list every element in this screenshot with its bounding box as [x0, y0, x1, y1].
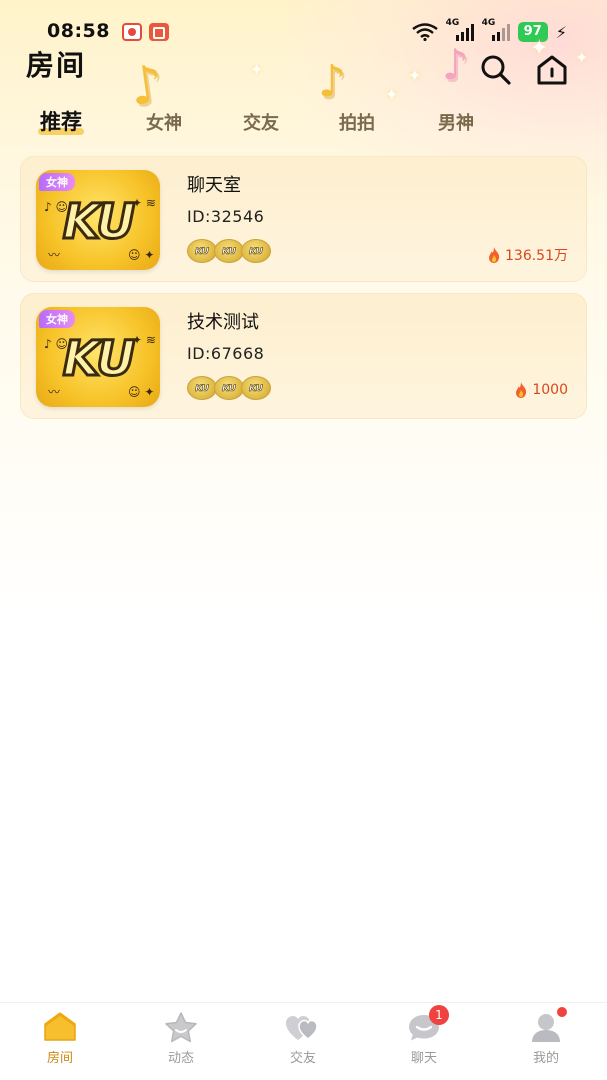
home-icon [44, 1012, 76, 1041]
nav-profile[interactable]: 我的 [506, 1007, 586, 1066]
nav-label: 交友 [289, 1051, 316, 1066]
page-title: 房间 [26, 49, 87, 82]
signal-icon: 4G [446, 18, 474, 41]
room-cover-logo: KU [61, 194, 136, 250]
hearts-icon [286, 1016, 318, 1040]
status-time: 08:58 [47, 20, 110, 42]
room-id: ID:67668 [187, 344, 265, 363]
room-id: ID:32546 [187, 207, 265, 226]
sparkle-icon: ✦ [575, 48, 589, 67]
star-icon [165, 1012, 197, 1043]
room-card[interactable]: ♪ ☺ ✦ ≋ 〰 ☺ ✦ KU 女神 技术测试 ID:67668 KU KU … [20, 293, 587, 419]
status-bar: 08:58 4G 4G 97 ⚡ [0, 0, 607, 62]
room-heat-value: 1000 [532, 382, 568, 398]
notification-dot [557, 1007, 567, 1017]
network-type-label: 4G [445, 18, 460, 28]
room-heat: 136.51万 [487, 245, 568, 265]
network-type-label-2: 4G [481, 18, 496, 28]
fire-icon [489, 247, 500, 263]
music-note-icon: ♪ [442, 40, 469, 89]
fire-icon [516, 382, 527, 398]
room-cover-image: ♪ ☺ ✦ ≋ 〰 ☺ ✦ KU 女神 [36, 307, 160, 407]
member-badge-icon: KU [241, 376, 271, 400]
member-badge-icon: KU [241, 239, 271, 263]
nav-label: 房间 [46, 1051, 73, 1066]
search-icon [481, 55, 511, 85]
member-badges: KU KU KU [187, 376, 271, 400]
member-badge-icon: KU [214, 376, 244, 400]
unread-count-badge: 1 [429, 1005, 449, 1025]
weibo-notification-icon [122, 23, 142, 41]
wifi-icon [411, 23, 438, 41]
tab-gods[interactable]: 男神 [438, 109, 474, 135]
member-badges: KU KU KU [187, 239, 271, 263]
sparkle-icon: ✦ [250, 60, 264, 79]
nav-friends[interactable]: 交友 [263, 1011, 343, 1066]
tab-friends[interactable]: 交友 [243, 109, 279, 135]
room-tag-badge: 女神 [39, 310, 75, 328]
room-cover-image: ♪ ☺ ✦ ≋ 〰 ☺ ✦ KU 女神 [36, 170, 160, 270]
tab-recommend[interactable]: 推荐 [38, 106, 84, 136]
room-tag-badge: 女神 [39, 173, 75, 191]
room-name: 技术测试 [187, 312, 259, 333]
tab-goddess[interactable]: 女神 [146, 109, 182, 135]
nav-label: 聊天 [410, 1051, 437, 1066]
room-name: 聊天室 [187, 175, 241, 196]
nav-chat[interactable]: 1 聊天 [384, 1005, 464, 1066]
room-cover-logo: KU [61, 331, 136, 387]
home-button[interactable] [534, 52, 570, 88]
room-heat: 1000 [514, 382, 568, 398]
music-note-icon: ♪ [318, 56, 347, 107]
member-badge-icon: KU [187, 239, 217, 263]
sparkle-icon: ✦ [408, 66, 422, 85]
bolt-icon: ⚡ [555, 22, 567, 42]
home-icon [537, 55, 567, 85]
member-badge-icon: KU [187, 376, 217, 400]
member-badge-icon: KU [214, 239, 244, 263]
nav-label: 动态 [167, 1051, 194, 1066]
nav-label: 我的 [532, 1051, 559, 1066]
category-tabs: 推荐 女神 交友 拍拍 男神 [0, 106, 607, 142]
app-notification-icon [149, 23, 169, 41]
nav-rooms[interactable]: 房间 [20, 1011, 100, 1066]
sparkle-icon: ✦ [385, 85, 399, 104]
tab-paipai[interactable]: 拍拍 [339, 109, 375, 135]
bottom-nav: 房间 动态 交友 1 聊天 我的 [0, 1002, 607, 1080]
room-heat-value: 136.51万 [505, 248, 568, 264]
nav-moments[interactable]: 动态 [141, 1011, 221, 1066]
room-card[interactable]: ♪ ☺ ✦ ≋ 〰 ☺ ✦ KU 女神 聊天室 ID:32546 KU KU K… [20, 156, 587, 282]
signal-icon-2: 4G [482, 18, 510, 41]
search-button[interactable] [478, 52, 514, 88]
